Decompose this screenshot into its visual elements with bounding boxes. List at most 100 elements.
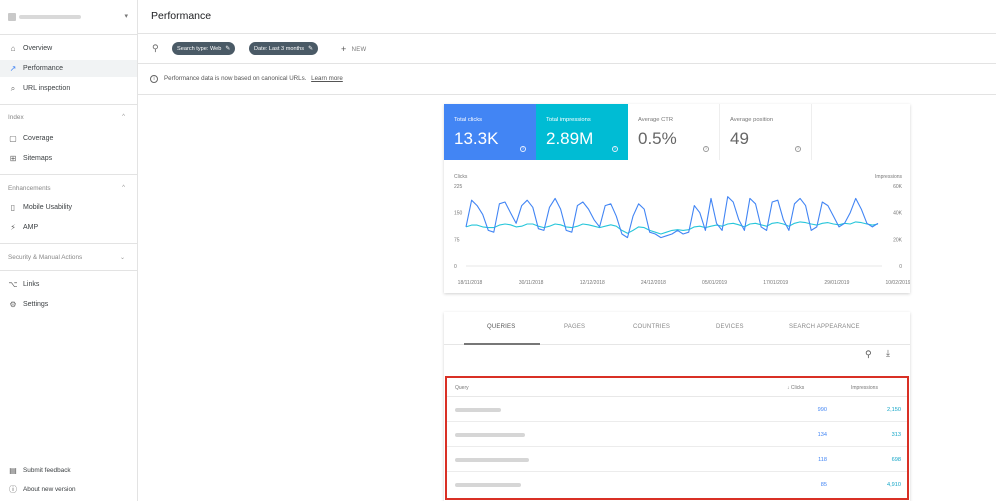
series-line-clicks <box>465 196 879 239</box>
chevron-down-icon: ▾ <box>124 13 128 20</box>
sidebar-item-label: Sitemaps <box>23 155 53 162</box>
learn-more-link[interactable]: Learn more <box>311 75 343 82</box>
search-console-app: ▾ ⌂ Overview ↗ Performance ⌕ URL inspect… <box>0 0 996 501</box>
download-icon[interactable]: ⤓ <box>886 348 890 359</box>
sidebar-item-settings[interactable]: ⚙ Settings <box>0 296 137 313</box>
x-tick-label: 17/01/2019 <box>763 280 788 286</box>
sidebar-section-security[interactable]: Security & Manual Actions ⌄ <box>0 249 137 265</box>
tab-search-appearance[interactable]: SEARCH APPEARANCE <box>789 324 860 330</box>
sidebar-item-amp[interactable]: ⚡ AMP <box>0 219 137 236</box>
performance-line-chart[interactable]: Clicks Impressions 225 60K 150 40K 75 20K 0 0 18/1… <box>444 170 910 293</box>
x-tick-label: 05/01/2019 <box>702 280 727 286</box>
metric-total-clicks[interactable]: Total clicks 13.3K ? <box>444 104 536 160</box>
sidebar-item-url-inspection[interactable]: ⌕ URL inspection <box>0 80 137 97</box>
metric-total-impressions[interactable]: Total impressions 2.89M ? <box>536 104 628 160</box>
metric-average-position[interactable]: Average position 49 ? <box>720 104 812 160</box>
sidebar-divider <box>0 104 137 105</box>
active-tab-indicator <box>464 343 540 345</box>
chip-date-range[interactable]: Date: Last 3 months ✎ <box>249 42 319 55</box>
sidebar-section-index[interactable]: Index ^ <box>0 109 137 125</box>
help-icon[interactable]: ? <box>795 146 801 152</box>
tab-queries[interactable]: QUERIES <box>487 324 515 330</box>
sidebar-item-performance[interactable]: ↗ Performance <box>0 60 137 77</box>
sidebar-item-label: Overview <box>23 45 53 52</box>
x-tick-label: 12/12/2018 <box>580 280 605 286</box>
sidebar-item-label: AMP <box>23 224 39 231</box>
links-icon: ⌥ <box>8 280 18 289</box>
edit-pencil-icon: ✎ <box>308 46 314 52</box>
metric-average-ctr[interactable]: Average CTR 0.5% ? <box>628 104 720 160</box>
sidebar-divider <box>0 34 137 35</box>
chip-search-type[interactable]: Search type: Web ✎ <box>172 42 236 55</box>
dimension-tabs: QUERIES PAGES COUNTRIES DEVICES SEARCH A… <box>444 312 910 345</box>
y-tick-left: 0 <box>454 264 457 270</box>
sidebar-item-coverage[interactable]: ▢ Coverage <box>0 130 137 147</box>
property-name-redacted <box>19 15 81 19</box>
query-redacted <box>455 458 529 462</box>
y-tick-left: 225 <box>454 184 463 190</box>
about-new-version-link[interactable]: ⓘ About new version <box>0 481 137 497</box>
sidebar-item-label: Coverage <box>23 135 54 142</box>
row-impressions: 2,150 <box>887 407 901 413</box>
filter-icon[interactable]: ⚲ <box>152 43 159 54</box>
page-title: Performance <box>151 10 212 22</box>
x-tick-label: 10/02/2019 <box>885 280 910 286</box>
amp-icon: ⚡ <box>10 223 16 232</box>
table-filter-icon[interactable]: ⚲ <box>865 349 872 360</box>
table-row[interactable]: 85 4,910 <box>447 473 907 497</box>
column-header-clicks[interactable]: ↓ Clicks <box>787 385 804 391</box>
table-row[interactable]: 118 698 <box>447 448 907 472</box>
y-tick-right: 60K <box>893 184 903 190</box>
sidebar-item-links[interactable]: ⌥ Links <box>0 276 137 293</box>
metric-value: 13.3K <box>454 129 499 148</box>
section-title: Enhancements <box>8 184 51 192</box>
property-selector[interactable]: ▾ <box>6 9 134 25</box>
tab-devices[interactable]: DEVICES <box>716 324 744 330</box>
sidebar-item-label: Links <box>23 281 40 288</box>
submit-feedback-link[interactable]: ▤ Submit feedback <box>0 462 137 478</box>
chip-label: Date: Last 3 months <box>254 45 305 52</box>
metric-label: Average CTR <box>638 117 674 123</box>
help-icon[interactable]: ? <box>520 146 526 152</box>
tab-countries[interactable]: COUNTRIES <box>633 324 670 330</box>
metric-value: 49 <box>730 129 749 148</box>
column-header-query[interactable]: Query <box>455 385 469 391</box>
sidebar: ▾ ⌂ Overview ↗ Performance ⌕ URL inspect… <box>0 0 138 501</box>
query-redacted <box>455 433 525 437</box>
table-row[interactable]: 134 313 <box>447 423 907 447</box>
help-icon[interactable]: ? <box>703 146 709 152</box>
metric-label: Total impressions <box>546 117 591 123</box>
row-clicks: 990 <box>817 407 827 413</box>
row-impressions: 4,910 <box>887 482 901 488</box>
sidebar-item-sitemaps[interactable]: ⊞ Sitemaps <box>0 150 137 167</box>
help-icon[interactable]: ? <box>612 146 618 152</box>
metric-label: Total clicks <box>454 117 483 123</box>
home-icon: ⌂ <box>10 44 16 53</box>
sidebar-section-enhancements[interactable]: Enhancements ^ <box>0 180 137 196</box>
series-line-impressions <box>465 221 879 235</box>
page-header: Performance <box>138 0 996 34</box>
x-tick-label: 24/12/2018 <box>641 280 666 286</box>
sidebar-item-label: URL inspection <box>23 85 71 92</box>
submit-feedback-label: Submit feedback <box>23 466 71 474</box>
chart-series <box>465 196 879 239</box>
row-impressions: 698 <box>891 457 901 463</box>
edit-pencil-icon: ✎ <box>225 46 231 52</box>
metric-label: Average position <box>730 117 774 123</box>
sidebar-item-overview[interactable]: ⌂ Overview <box>0 40 137 57</box>
query-table-highlighted: Query ↓ Clicks Impressions 990 2,150 134… <box>445 376 909 500</box>
y-tick-right: 20K <box>893 237 903 243</box>
table-row[interactable]: 990 2,150 <box>447 398 907 422</box>
tab-pages[interactable]: PAGES <box>564 324 585 330</box>
new-filter-button[interactable]: + NEW <box>341 44 366 54</box>
gear-icon: ⚙ <box>9 300 17 309</box>
sidebar-item-mobile-usability[interactable]: ▯ Mobile Usability <box>0 199 137 216</box>
info-circle-icon: i <box>150 75 158 83</box>
y-tick-right: 0 <box>899 264 902 270</box>
sidebar-item-label: Mobile Usability <box>23 204 73 211</box>
table-header: Query ↓ Clicks Impressions <box>447 378 907 397</box>
x-tick-label: 29/01/2019 <box>824 280 849 286</box>
section-title: Index <box>8 113 24 121</box>
column-header-impressions[interactable]: Impressions <box>851 385 878 391</box>
sidebar-divider <box>0 174 137 175</box>
